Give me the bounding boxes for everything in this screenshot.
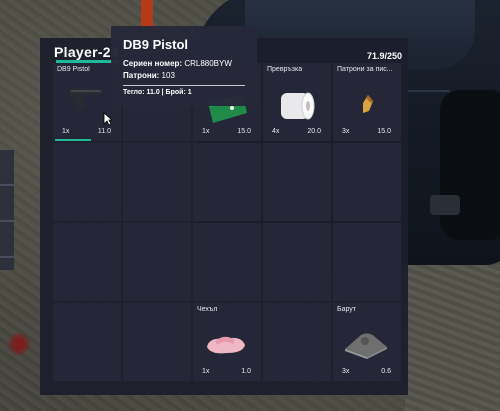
slot-quantity: 4x bbox=[272, 128, 280, 135]
inventory-slot-12[interactable] bbox=[123, 223, 191, 301]
slot-item-name: DB9 Pistol bbox=[57, 66, 90, 73]
inventory-slot-4[interactable]: Превръзка 4x 20.0 bbox=[263, 63, 331, 141]
inventory-slot-10[interactable] bbox=[333, 143, 401, 221]
inventory-slot-6[interactable] bbox=[53, 143, 121, 221]
inventory-weight: 71.9/250 bbox=[366, 51, 402, 61]
inventory-grid: DB9 Pistol 1x 11.0 1x 15.0 Превръзка 4x … bbox=[53, 63, 401, 381]
inventory-slot-15[interactable] bbox=[333, 223, 401, 301]
inventory-slot-17[interactable] bbox=[123, 303, 191, 381]
tooltip-serial-row: Сериен номер: CRL880BYW bbox=[123, 59, 232, 68]
red-pole bbox=[141, 0, 153, 28]
slot-quantity: 1x bbox=[62, 128, 70, 135]
car-light bbox=[430, 195, 460, 215]
side-hud-panel bbox=[0, 150, 14, 270]
slot-weight: 20.0 bbox=[307, 128, 321, 135]
slot-item-name: Патрони за пис... bbox=[337, 66, 393, 73]
inventory-slot-11[interactable] bbox=[53, 223, 121, 301]
slot-quantity: 3x bbox=[342, 128, 350, 135]
slot-quantity: 3x bbox=[342, 368, 350, 375]
mouse-cursor-icon bbox=[103, 112, 113, 126]
debris bbox=[8, 330, 30, 358]
slot-item-name: Превръзка bbox=[267, 66, 303, 73]
durability-bar bbox=[55, 139, 91, 141]
tooltip-ammo-value: 103 bbox=[161, 71, 175, 80]
slot-weight: 11.0 bbox=[97, 128, 111, 135]
slot-quantity: 1x bbox=[202, 368, 210, 375]
tooltip-title: DB9 Pistol bbox=[123, 37, 189, 52]
inventory-slot-13[interactable] bbox=[193, 223, 261, 301]
tooltip-serial-label: Сериен номер: bbox=[123, 59, 183, 68]
inventory-slot-16[interactable] bbox=[53, 303, 121, 381]
slot-quantity: 1x bbox=[202, 128, 210, 135]
inventory-slot-14[interactable] bbox=[263, 223, 331, 301]
slot-item-name: Чехъл bbox=[197, 306, 218, 313]
tooltip-ammo-label: Патрони: bbox=[123, 71, 160, 80]
tooltip-ammo-row: Патрони: 103 bbox=[123, 71, 175, 80]
gunpowder-icon bbox=[345, 333, 387, 359]
inventory-slot-20[interactable]: Барут 3x 0.6 bbox=[333, 303, 401, 381]
inventory-title: Player-24 bbox=[54, 44, 119, 60]
inventory-slot-8[interactable] bbox=[193, 143, 261, 221]
tooltip-serial-value: CRL880BYW bbox=[184, 59, 232, 68]
slot-weight: 15.0 bbox=[377, 128, 391, 135]
bandage-roll-icon bbox=[281, 92, 315, 120]
bullet-icon bbox=[363, 95, 373, 113]
slot-weight: 15.0 bbox=[237, 128, 251, 135]
item-tooltip: DB9 Pistol Сериен номер: CRL880BYW Патро… bbox=[111, 26, 257, 106]
inventory-slot-7[interactable] bbox=[123, 143, 191, 221]
slipper-icon bbox=[207, 336, 245, 354]
inventory-slot-9[interactable] bbox=[263, 143, 331, 221]
pistol-icon bbox=[69, 89, 103, 111]
inventory-slot-19[interactable] bbox=[263, 303, 331, 381]
slot-weight: 0.6 bbox=[381, 368, 391, 375]
inventory-slot-18[interactable]: Чехъл 1x 1.0 bbox=[193, 303, 261, 381]
tooltip-separator bbox=[123, 85, 245, 86]
road-edge bbox=[405, 265, 500, 411]
tooltip-meta: Тегло: 11.0 | Брой: 1 bbox=[123, 89, 192, 96]
slot-weight: 1.0 bbox=[241, 368, 251, 375]
car-wheel bbox=[440, 90, 500, 240]
slot-item-name: Барут bbox=[337, 306, 357, 313]
inventory-slot-5[interactable]: Патрони за пис... 3x 15.0 bbox=[333, 63, 401, 141]
